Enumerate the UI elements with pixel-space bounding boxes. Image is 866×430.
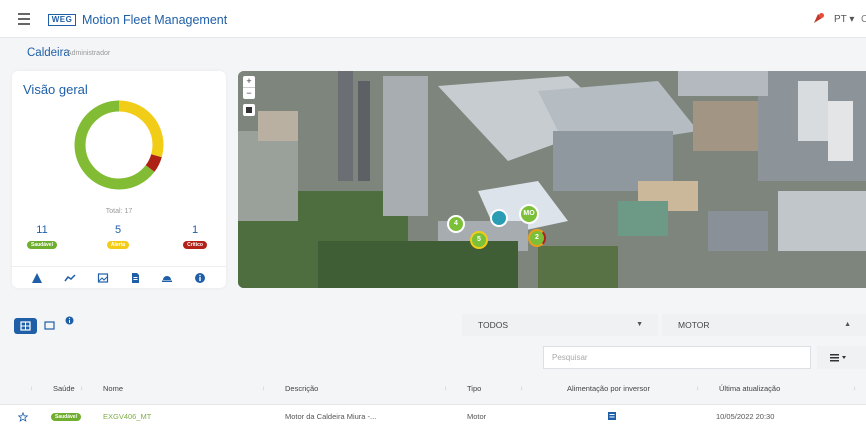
zoom-out-button[interactable]: − bbox=[243, 88, 255, 99]
breadcrumb-title[interactable]: Caldeira bbox=[27, 47, 70, 59]
overview-card: Visão geral Total: 17 11 Saudável 5 Aler… bbox=[12, 71, 226, 288]
stat-alert[interactable]: 5 Alerta bbox=[93, 224, 143, 249]
image-icon[interactable] bbox=[97, 272, 109, 284]
columns-menu-button[interactable] bbox=[817, 346, 866, 369]
sort-icon[interactable]: ↕ bbox=[262, 375, 265, 403]
motor-icon[interactable] bbox=[161, 272, 173, 284]
map-marker[interactable]: 4 bbox=[447, 215, 465, 233]
sort-icon[interactable]: ↕ bbox=[80, 375, 83, 403]
zoom-control: + − bbox=[243, 76, 255, 99]
top-bar: WEG Motion Fleet Management PT ▾ C bbox=[0, 0, 866, 38]
info-icon[interactable] bbox=[194, 272, 206, 284]
zoom-in-button[interactable]: + bbox=[243, 76, 255, 87]
overview-title: Visão geral bbox=[23, 82, 88, 97]
column-header-description[interactable]: Descrição bbox=[285, 375, 318, 403]
inverter-icon bbox=[608, 412, 616, 420]
sort-icon[interactable]: ↕ bbox=[30, 375, 33, 403]
total-label: Total: 17 bbox=[105, 208, 133, 215]
column-header-type[interactable]: Tipo bbox=[467, 375, 481, 403]
stat-healthy[interactable]: 11 Saudável bbox=[17, 224, 67, 249]
sort-icon[interactable]: ↕ bbox=[853, 375, 856, 403]
table-header: ↕ Saúde ↕ Nome ↕ Descrição ↕ Tipo ↕ Alim… bbox=[0, 375, 866, 403]
type-cell: Motor bbox=[467, 412, 487, 421]
map-marker[interactable]: 5 bbox=[470, 231, 488, 249]
column-header-name[interactable]: Nome bbox=[103, 375, 123, 403]
sort-icon[interactable]: ↕ bbox=[696, 375, 699, 403]
stat-critical-count: 1 bbox=[191, 224, 199, 236]
plant-map[interactable]: + − 4 MO 5 2 bbox=[238, 71, 866, 288]
sort-icon[interactable]: ↕ bbox=[444, 375, 447, 403]
name-link[interactable]: EXGV406_MT bbox=[103, 405, 151, 429]
health-donut-chart bbox=[74, 100, 164, 190]
star-icon[interactable] bbox=[18, 412, 28, 422]
card-toolbar bbox=[12, 266, 226, 288]
column-header-inverter[interactable]: Alimentação por inversor bbox=[567, 375, 650, 403]
user-icon[interactable]: C bbox=[861, 14, 866, 25]
language-select[interactable]: PT ▾ bbox=[834, 14, 854, 25]
table-row[interactable]: Saudável EXGV406_MT Motor da Caldeira Mi… bbox=[0, 404, 866, 430]
stat-critical[interactable]: 1 Crítico bbox=[170, 224, 220, 249]
info-icon[interactable] bbox=[65, 316, 74, 325]
aerial-photo bbox=[238, 71, 866, 288]
health-cell: Saudável bbox=[51, 405, 81, 429]
sort-icon[interactable]: ↕ bbox=[520, 375, 523, 403]
healthy-badge: Saudável bbox=[27, 241, 57, 249]
stat-alert-count: 5 bbox=[114, 224, 122, 236]
chevron-down-icon: ▼ bbox=[636, 321, 643, 328]
breadcrumb-subtitle: Administrador bbox=[67, 50, 111, 57]
table-view-button[interactable] bbox=[14, 318, 37, 334]
last-update-cell: 10/05/2022 20:30 bbox=[716, 412, 775, 421]
app-title: Motion Fleet Management bbox=[82, 13, 228, 27]
menu-icon[interactable] bbox=[18, 13, 30, 25]
grid-icon bbox=[20, 321, 31, 331]
type-select-value: MOTOR bbox=[678, 320, 710, 330]
list-icon bbox=[830, 354, 846, 362]
column-header-last-update[interactable]: Última atualização bbox=[719, 375, 780, 403]
map-marker[interactable]: 2 bbox=[528, 229, 546, 247]
type-select[interactable]: MOTOR ▲ bbox=[662, 314, 866, 336]
description-cell: Motor da Caldeira Miura -... bbox=[285, 412, 377, 421]
alert-badge: Alerta bbox=[106, 241, 130, 249]
critical-badge: Crítico bbox=[183, 241, 207, 249]
search-input[interactable] bbox=[543, 346, 811, 369]
document-icon[interactable] bbox=[129, 272, 141, 284]
trend-icon[interactable] bbox=[64, 272, 76, 284]
group-select-value: TODOS bbox=[478, 320, 509, 330]
status-badge: Saudável bbox=[51, 413, 81, 422]
card-view-icon[interactable] bbox=[44, 320, 55, 331]
alarm-icon[interactable] bbox=[811, 12, 825, 26]
group-select[interactable]: TODOS ▼ bbox=[462, 314, 658, 336]
weg-logo: WEG bbox=[48, 14, 76, 26]
warning-icon[interactable] bbox=[31, 272, 43, 284]
stat-healthy-count: 11 bbox=[36, 224, 48, 236]
map-marker[interactable] bbox=[490, 209, 508, 227]
column-header-health[interactable]: Saúde bbox=[53, 375, 75, 403]
chevron-up-icon: ▲ bbox=[844, 321, 851, 328]
layers-icon[interactable] bbox=[243, 104, 255, 116]
map-marker[interactable]: MO bbox=[519, 204, 539, 224]
